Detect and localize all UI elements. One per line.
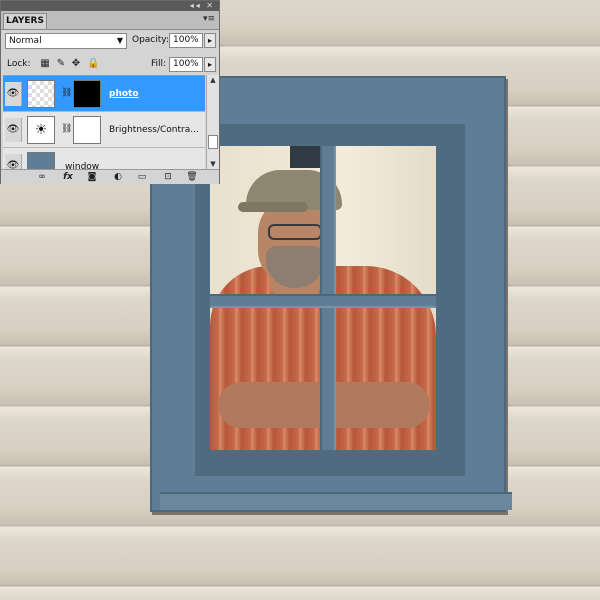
layer-thumbnail bbox=[27, 80, 55, 108]
blend-mode-value: Normal bbox=[9, 36, 42, 46]
add-mask-icon[interactable]: ◙ bbox=[85, 171, 99, 183]
scroll-thumb[interactable] bbox=[208, 135, 218, 149]
layer-row-window[interactable]: 👁 window bbox=[3, 148, 205, 170]
panel-collapse-close-icon[interactable]: ◂◂ ✕ bbox=[190, 1, 215, 11]
opacity-label: Opacity: bbox=[132, 35, 169, 45]
opacity-field[interactable]: 100% bbox=[169, 33, 203, 48]
layer-name[interactable]: photo bbox=[109, 89, 139, 99]
scroll-up-icon[interactable]: ▲ bbox=[207, 75, 219, 85]
panel-menu-icon[interactable]: ▾≡ bbox=[203, 14, 215, 24]
lock-image-icon[interactable]: ✎ bbox=[55, 58, 67, 70]
lock-label: Lock: bbox=[7, 59, 31, 69]
fill-slider-button[interactable]: ▸ bbox=[204, 57, 216, 72]
blend-mode-select[interactable]: Normal ▼ bbox=[5, 33, 127, 49]
fill-label: Fill: bbox=[151, 59, 167, 69]
layer-thumbnail bbox=[27, 152, 55, 170]
man-cap-brim bbox=[238, 202, 308, 212]
layer-name[interactable]: Brightness/Contra... bbox=[109, 125, 199, 135]
lock-transparent-icon[interactable]: ▦ bbox=[39, 58, 51, 70]
delete-layer-icon[interactable]: 🗑 bbox=[185, 171, 199, 183]
lock-position-icon[interactable]: ✥ bbox=[70, 58, 82, 70]
window-opening bbox=[210, 146, 436, 450]
eye-icon[interactable]: 👁 bbox=[5, 154, 22, 170]
lock-all-icon[interactable]: 🔒 bbox=[87, 58, 99, 70]
fx-icon[interactable]: fx bbox=[61, 171, 75, 183]
brightness-icon: ☀ bbox=[27, 116, 55, 144]
opacity-slider-button[interactable]: ▸ bbox=[204, 33, 216, 48]
adjustment-layer-icon[interactable]: ◐ bbox=[111, 171, 125, 183]
new-group-icon[interactable]: ▭ bbox=[135, 171, 149, 183]
layer-row-photo[interactable]: 👁 ⛓ photo bbox=[3, 76, 205, 112]
chain-icon[interactable]: ⛓ bbox=[61, 88, 72, 98]
chevron-down-icon: ▼ bbox=[116, 36, 123, 45]
window-mullion-horizontal bbox=[210, 294, 436, 308]
layers-scrollbar[interactable]: ▲ ▼ bbox=[206, 75, 219, 169]
panel-bottom-toolbar: ∞ fx ◙ ◐ ▭ ⊡ 🗑 bbox=[1, 169, 219, 184]
panel-tab-row: LAYERS ▾≡ bbox=[1, 11, 219, 30]
layer-mask-thumbnail[interactable] bbox=[73, 80, 101, 108]
fill-field[interactable]: 100% bbox=[169, 57, 203, 72]
eye-icon[interactable]: 👁 bbox=[5, 82, 22, 106]
chain-icon[interactable]: ⛓ bbox=[61, 124, 72, 134]
panel-titlebar[interactable]: ◂◂ ✕ bbox=[1, 1, 219, 11]
layers-list: 👁 ⛓ photo 👁 ☀ ⛓ Brightness/Contra... 👁 w… bbox=[3, 75, 205, 170]
man-glasses bbox=[268, 224, 322, 240]
new-layer-icon[interactable]: ⊡ bbox=[161, 171, 175, 183]
layers-panel: ◂◂ ✕ LAYERS ▾≡ Normal ▼ Opacity: 100% ▸ … bbox=[0, 0, 220, 184]
eye-icon[interactable]: 👁 bbox=[5, 118, 22, 142]
layer-row-brightness-contrast[interactable]: 👁 ☀ ⛓ Brightness/Contra... bbox=[3, 112, 205, 148]
link-layers-icon[interactable]: ∞ bbox=[35, 171, 49, 183]
scroll-down-icon[interactable]: ▼ bbox=[207, 159, 219, 169]
layer-mask-thumbnail[interactable] bbox=[73, 116, 101, 144]
tab-layers[interactable]: LAYERS bbox=[3, 13, 47, 29]
window-sill bbox=[160, 492, 512, 510]
